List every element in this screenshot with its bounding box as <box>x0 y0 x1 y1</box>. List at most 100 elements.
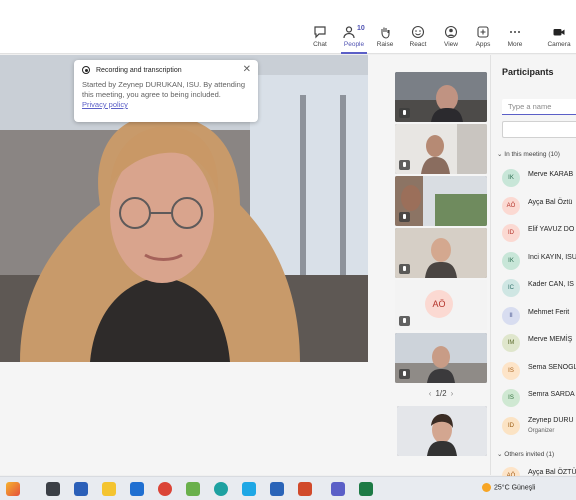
mic-muted-icon <box>399 212 410 222</box>
participant-name: Ayça Bal ÖZTÜ <box>528 469 576 476</box>
avatar: AÖ <box>425 290 453 318</box>
avatar: AÖ <box>502 196 520 215</box>
recording-title: Recording and transcription <box>96 66 182 74</box>
skype-icon[interactable] <box>242 482 256 496</box>
more-icon <box>510 31 520 33</box>
participant-name: Zeynep DURU <box>528 416 574 424</box>
meeting-toolbar: Chat 10 People Raise React View Apps Mor… <box>0 20 576 54</box>
participants-panel: Participants Type a name In this meeting… <box>490 55 576 485</box>
participant-row[interactable]: ID Elif YAVUZ DO <box>502 222 576 244</box>
participant-avatar-tile[interactable]: AÖ <box>395 280 487 330</box>
chat-label: Chat <box>313 41 327 48</box>
avatar: II <box>502 306 520 325</box>
participant-name: Semra SARDA <box>528 391 575 398</box>
people-count: 10 <box>357 25 365 32</box>
chat-button[interactable]: Chat <box>303 20 337 54</box>
previous-page-icon[interactable]: ‹ <box>429 389 432 398</box>
mic-muted-icon <box>399 369 410 379</box>
privacy-policy-link[interactable]: Privacy policy <box>82 100 250 109</box>
word-icon[interactable] <box>74 482 88 496</box>
file-explorer-icon[interactable] <box>102 482 116 496</box>
smile-icon <box>411 25 425 39</box>
teams-icon[interactable] <box>331 482 345 496</box>
participant-row[interactable]: IM Merve MEMİŞ <box>502 332 576 354</box>
apps-button[interactable]: Apps <box>466 20 500 54</box>
others-invited-section[interactable]: Others invited (1) <box>497 450 554 458</box>
avatar: IK <box>502 251 520 270</box>
raise-hand-icon <box>381 27 390 39</box>
record-icon <box>82 66 90 74</box>
participant-video-tile[interactable] <box>395 228 487 278</box>
mic-muted-icon <box>399 108 410 118</box>
sun-icon <box>482 483 491 492</box>
organizer-label: Organizer <box>528 427 555 434</box>
more-label: More <box>507 41 523 48</box>
participant-row[interactable]: IS Sema SENOGL <box>502 360 576 382</box>
raise-hand-button[interactable]: Raise <box>368 20 402 54</box>
people-button[interactable]: 10 People <box>337 20 371 54</box>
search-input[interactable]: Type a name <box>502 99 576 115</box>
in-meeting-section[interactable]: In this meeting (10) <box>497 150 560 158</box>
participant-video-tile[interactable] <box>395 176 487 226</box>
avatar: IM <box>502 334 520 352</box>
weather-widget[interactable]: 25°C Güneşli <box>482 483 535 492</box>
next-page-icon[interactable]: › <box>451 389 454 398</box>
mail-icon[interactable] <box>130 482 144 496</box>
participant-name: Inci KAYIN, ISU <box>528 253 576 261</box>
participant-name: Kader CAN, IS <box>528 281 574 288</box>
view-label: View <box>444 41 458 48</box>
outlook-icon[interactable] <box>270 482 284 496</box>
self-view-tile[interactable] <box>397 406 487 456</box>
participant-row[interactable]: IS Semra SARDA <box>502 387 576 409</box>
close-icon[interactable]: ✕ <box>243 64 251 75</box>
participant-video-tile[interactable] <box>395 124 487 174</box>
page-indicator: 1/2 <box>435 389 447 398</box>
chrome-icon[interactable] <box>158 482 172 496</box>
participant-row[interactable]: AÖ Ayça Bal Öztü <box>502 195 576 217</box>
participant-row[interactable]: IK Inci KAYIN, ISU <box>502 250 576 272</box>
people-label: People <box>343 41 365 48</box>
avatar: IS <box>502 389 520 407</box>
participant-name: Sema SENOGL <box>528 363 576 371</box>
participant-name: Elif YAVUZ DO <box>528 226 575 233</box>
participant-row[interactable]: IC Kader CAN, IS <box>502 277 576 299</box>
people-icon <box>343 26 355 39</box>
avatar: IS <box>502 361 520 380</box>
powerpoint-icon[interactable] <box>298 482 312 496</box>
share-invite-button[interactable] <box>502 121 576 138</box>
windows-taskbar: 25°C Güneşli <box>0 476 576 500</box>
more-button[interactable]: More <box>498 20 532 54</box>
participant-row[interactable]: ID Zeynep DURU Organizer <box>502 415 576 437</box>
store-icon[interactable] <box>186 482 200 496</box>
participant-name: Merve KARAB <box>528 171 574 178</box>
participant-name: Merve MEMİŞ <box>528 336 573 343</box>
chat-icon <box>314 26 326 39</box>
camera-button[interactable]: Camera <box>542 20 576 54</box>
mic-muted-icon <box>399 264 410 274</box>
recording-title-row: Recording and transcription <box>82 66 250 74</box>
raise-label: Raise <box>376 41 394 48</box>
excel-icon[interactable] <box>359 482 373 496</box>
camera-icon <box>553 29 565 36</box>
window-title-bar <box>0 0 576 20</box>
participant-name: Mehmet Ferit <box>528 308 570 316</box>
start-icon[interactable] <box>6 482 20 496</box>
weather-text: 25°C Güneşli <box>494 484 536 492</box>
edge-icon[interactable] <box>214 482 228 496</box>
apps-label: Apps <box>475 41 491 48</box>
participant-row[interactable]: II Mehmet Ferit <box>502 305 576 327</box>
apps-icon <box>477 26 489 38</box>
task-view-icon[interactable] <box>46 482 60 496</box>
participant-video-tile[interactable] <box>395 72 487 122</box>
avatar: IK <box>502 169 520 187</box>
react-button[interactable]: React <box>401 20 435 54</box>
participant-row[interactable]: IK Merve KARAB <box>502 167 576 189</box>
participant-name: Ayça Bal Öztü <box>528 198 573 206</box>
gallery-pager: ‹ 1/2 › <box>395 389 487 398</box>
avatar: ID <box>502 224 520 242</box>
participant-video-tile[interactable] <box>395 333 487 383</box>
view-icon <box>444 25 458 39</box>
mic-muted-icon <box>399 316 410 326</box>
camera-label: Camera <box>547 41 571 48</box>
view-button[interactable]: View <box>434 20 468 54</box>
